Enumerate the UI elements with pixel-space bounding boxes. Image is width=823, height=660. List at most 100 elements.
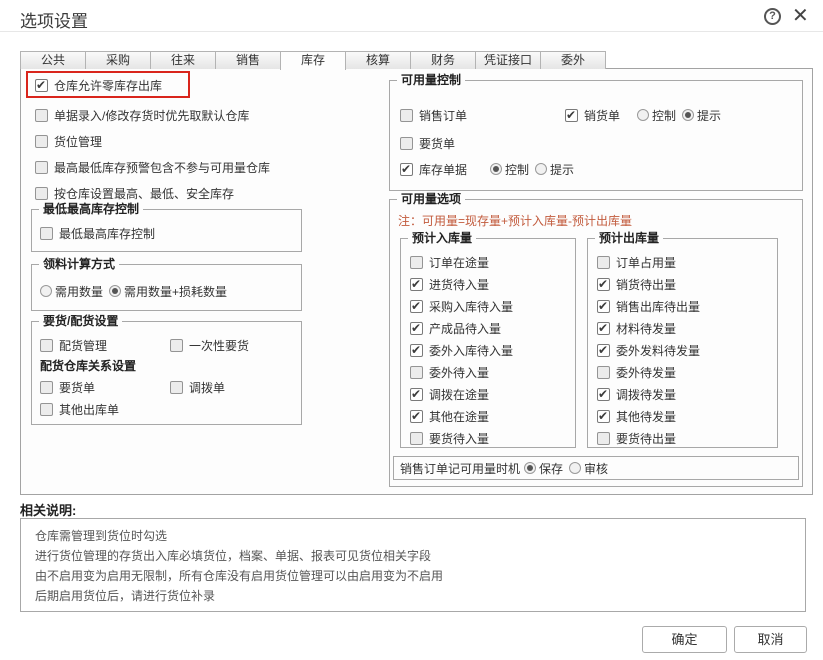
- option-distribution-mgmt[interactable]: 配货管理: [40, 336, 107, 354]
- option-row[interactable]: 要货待出量: [597, 427, 777, 449]
- option-row[interactable]: 调拨在途量: [410, 383, 575, 405]
- checkbox[interactable]: [410, 255, 423, 269]
- tab-finance[interactable]: 财务: [410, 51, 476, 69]
- checkbox-label: 最低最高库存控制: [59, 226, 156, 241]
- radio-prompt[interactable]: [682, 109, 695, 121]
- tab-accounting[interactable]: 核算: [345, 51, 411, 69]
- radio-control[interactable]: [637, 109, 649, 121]
- note-line: 进行货位管理的存货出入库必填货位，档案、单据、报表可见货位相关字段: [35, 549, 432, 563]
- checkbox[interactable]: [597, 255, 610, 269]
- option-sales-order[interactable]: 销售订单: [400, 106, 467, 124]
- tab-voucher-interface[interactable]: 凭证接口: [475, 51, 541, 69]
- option-row[interactable]: 销售出库待出量: [597, 295, 777, 317]
- option-row[interactable]: 委外待发量: [597, 361, 777, 383]
- options-dialog: 选项设置 ? ✕ 公共 采购 往来 销售 库存 核算 财务 凭证接口 委外 仓库…: [0, 0, 823, 660]
- radio-audit[interactable]: [569, 462, 582, 474]
- tab-outsourcing[interactable]: 委外: [540, 51, 606, 69]
- option-demand-order-ctl[interactable]: 要货单: [400, 134, 455, 152]
- sales-invoice-radios: 控制 提示: [637, 106, 721, 124]
- option-row[interactable]: 订单占用量: [597, 251, 777, 273]
- checkbox[interactable]: [410, 343, 423, 357]
- checkbox[interactable]: [410, 299, 423, 313]
- option-row[interactable]: 订单在途量: [410, 251, 575, 273]
- tab-inventory[interactable]: 库存: [280, 51, 346, 70]
- option-row[interactable]: 其他在途量: [410, 405, 575, 427]
- option-row[interactable]: 采购入库待入量: [410, 295, 575, 317]
- option-row[interactable]: 要货待入量: [410, 427, 575, 449]
- checkbox[interactable]: [40, 226, 53, 240]
- checkbox[interactable]: [410, 365, 423, 379]
- option-demand-order[interactable]: 要货单: [40, 378, 95, 396]
- tab-sales[interactable]: 销售: [215, 51, 281, 69]
- checkbox[interactable]: [35, 108, 48, 122]
- tab-public[interactable]: 公共: [20, 51, 86, 69]
- checkbox[interactable]: [40, 380, 53, 394]
- checkbox[interactable]: [597, 409, 610, 423]
- close-icon[interactable]: ✕: [792, 3, 809, 28]
- group-avail-options: 可用量选项 注：可用量=现存量+预计入库量-预计出库量 预计入库量 订单在途量 …: [389, 192, 803, 487]
- option-other-outbound[interactable]: 其他出库单: [40, 400, 119, 418]
- checkbox[interactable]: [35, 78, 48, 92]
- option-row[interactable]: 委外待入量: [410, 361, 575, 383]
- checkbox[interactable]: [170, 380, 183, 394]
- cancel-button[interactable]: 取消: [734, 626, 807, 653]
- checkbox[interactable]: [410, 387, 423, 401]
- option-row[interactable]: 其他待发量: [597, 405, 777, 427]
- checkbox[interactable]: [597, 343, 610, 357]
- option-row[interactable]: 材料待发量: [597, 317, 777, 339]
- option-row[interactable]: 产成品待入量: [410, 317, 575, 339]
- help-icon[interactable]: ?: [764, 8, 781, 25]
- group-expected-outbound: 预计出库量 订单占用量 销货待出量 销售出库待出量 材料待发量 委外发料待发量 …: [587, 231, 778, 449]
- checkbox[interactable]: [410, 409, 423, 423]
- checkbox[interactable]: [400, 136, 413, 150]
- checkbox[interactable]: [400, 162, 413, 176]
- option-zero-stock-out[interactable]: 仓库允许零库存出库: [35, 76, 162, 94]
- checkbox[interactable]: [400, 108, 413, 122]
- option-inventory-doc[interactable]: 库存单据: [400, 160, 467, 178]
- tab-current[interactable]: 往来: [150, 51, 216, 69]
- option-row[interactable]: 销货待出量: [597, 273, 777, 295]
- checkbox[interactable]: [35, 186, 48, 200]
- radio-prompt[interactable]: [535, 163, 548, 175]
- checkbox[interactable]: [597, 431, 610, 445]
- option-onetime-demand[interactable]: 一次性要货: [170, 336, 249, 354]
- option-default-warehouse[interactable]: 单据录入/修改存货时优先取默认仓库: [35, 106, 249, 124]
- checkbox[interactable]: [410, 277, 423, 291]
- checkbox[interactable]: [40, 402, 53, 416]
- checkbox-label: 订单在途量: [429, 255, 490, 270]
- option-minmax-control[interactable]: 最低最高库存控制: [40, 224, 155, 242]
- radio-control[interactable]: [490, 163, 502, 175]
- radio-required-qty[interactable]: [40, 285, 52, 297]
- outbound-options-list: 订单占用量 销货待出量 销售出库待出量 材料待发量 委外发料待发量 委外待发量 …: [588, 239, 777, 449]
- option-minmax-warning[interactable]: 最高最低库存预警包含不参与可用量仓库: [35, 158, 270, 176]
- option-per-warehouse-levels[interactable]: 按仓库设置最高、最低、安全库存: [35, 184, 234, 202]
- option-row[interactable]: 调拨待发量: [597, 383, 777, 405]
- checkbox[interactable]: [565, 108, 578, 122]
- checkbox[interactable]: [597, 277, 610, 291]
- option-bin-management[interactable]: 货位管理: [35, 132, 102, 150]
- option-transfer-order[interactable]: 调拨单: [170, 378, 225, 396]
- radio-label: 提示: [697, 108, 722, 123]
- option-row[interactable]: 进货待入量: [410, 273, 575, 295]
- checkbox[interactable]: [410, 431, 423, 445]
- tab-purchase[interactable]: 采购: [85, 51, 151, 69]
- checkbox[interactable]: [40, 338, 53, 352]
- option-row[interactable]: 委外入库待入量: [410, 339, 575, 361]
- ok-button[interactable]: 确定: [642, 626, 727, 653]
- radio-save[interactable]: [524, 462, 537, 474]
- radio-required-plus-loss[interactable]: [109, 285, 122, 297]
- checkbox-label: 其他出库单: [59, 402, 120, 417]
- group-legend: 要货/配货设置: [39, 314, 123, 329]
- checkbox[interactable]: [410, 321, 423, 335]
- option-sales-invoice[interactable]: 销货单: [565, 106, 620, 124]
- checkbox[interactable]: [35, 134, 48, 148]
- option-row[interactable]: 委外发料待发量: [597, 339, 777, 361]
- radio-label: 控制: [652, 108, 677, 123]
- checkbox-label: 订单占用量: [616, 255, 677, 270]
- checkbox[interactable]: [35, 160, 48, 174]
- checkbox[interactable]: [597, 299, 610, 313]
- checkbox[interactable]: [170, 338, 183, 352]
- checkbox[interactable]: [597, 387, 610, 401]
- checkbox[interactable]: [597, 365, 610, 379]
- checkbox[interactable]: [597, 321, 610, 335]
